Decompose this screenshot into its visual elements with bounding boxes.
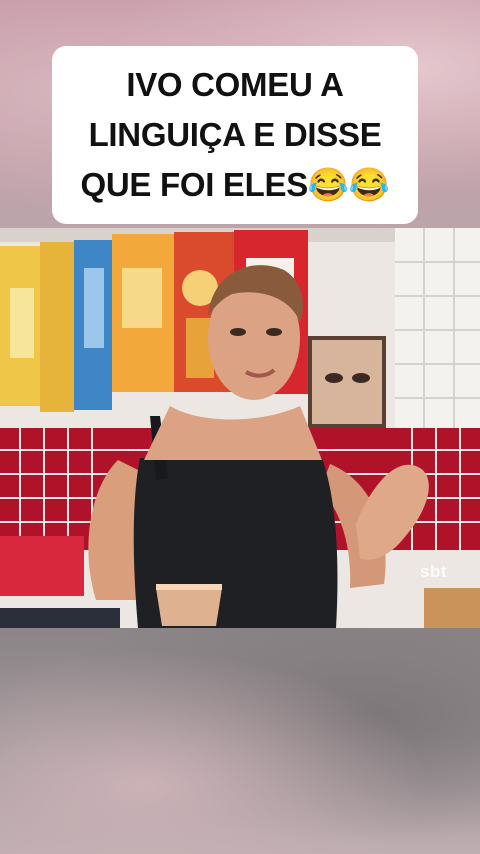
video-frame[interactable]: [0, 228, 480, 628]
cup-icon: [156, 584, 222, 626]
caption-line-2: LINGUIÇA E DISSE: [88, 116, 382, 153]
caption-line-1: IVO COMEU A: [126, 66, 344, 103]
sbt-watermark: sbt: [420, 562, 447, 581]
laughing-emoji: 😂😂: [307, 166, 390, 203]
video-scene: [0, 228, 480, 628]
chair: [424, 588, 480, 628]
blurred-background-bottom: [0, 628, 480, 854]
tile-wall: [395, 228, 480, 438]
caption-card: IVO COMEU A LINGUIÇA E DISSE QUE FOI ELE…: [52, 46, 418, 224]
caption-line-3: QUE FOI ELES: [80, 166, 308, 203]
caption-text: IVO COMEU A LINGUIÇA E DISSE QUE FOI ELE…: [80, 60, 389, 210]
framed-eyes-picture: [308, 336, 386, 428]
red-table: [0, 536, 84, 596]
